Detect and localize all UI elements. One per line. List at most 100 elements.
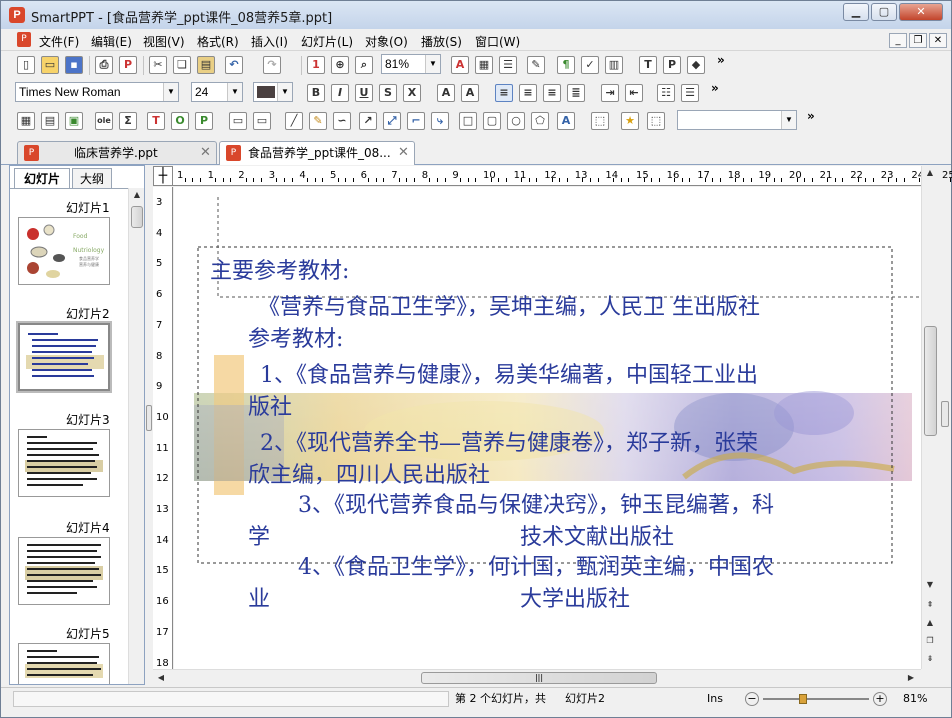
align-left-icon[interactable]: ≡ xyxy=(495,84,513,102)
format-painter-icon[interactable]: ✎ xyxy=(527,56,545,74)
pdf-icon[interactable]: P xyxy=(119,56,137,74)
line-icon[interactable]: ╱ xyxy=(285,112,303,130)
group-icon[interactable]: ⬚ xyxy=(591,112,609,130)
slide-thumb-5[interactable] xyxy=(18,643,110,684)
scroll-up-icon[interactable]: ▲ xyxy=(129,188,145,202)
more-draw-icon[interactable]: » xyxy=(807,109,815,123)
scroll-up-icon[interactable]: ▲ xyxy=(922,166,938,180)
zoom-in-icon[interactable]: ⊕ xyxy=(331,56,349,74)
template-icon[interactable]: T xyxy=(639,56,657,74)
close-button[interactable]: ✕ xyxy=(899,3,943,21)
maximize-button[interactable]: ▢ xyxy=(871,3,897,21)
zoom-in-icon[interactable]: + xyxy=(873,692,887,706)
select-icon[interactable]: ⬚ xyxy=(647,112,665,130)
insert-ole-icon[interactable]: ole xyxy=(95,112,113,130)
underline-icon[interactable]: U xyxy=(355,84,373,102)
insert-formula-icon[interactable]: Σ xyxy=(119,112,137,130)
text-box-icon[interactable]: ▦ xyxy=(475,56,493,74)
insert-image-icon[interactable]: ▣ xyxy=(65,112,83,130)
insert-slide-icon[interactable]: ▭ xyxy=(253,112,271,130)
menu-edit[interactable]: 编辑(E) xyxy=(91,33,132,50)
slide-text-line[interactable]: 欣主编，四川人民出版社 xyxy=(248,457,490,489)
insert-page-icon[interactable]: P xyxy=(195,112,213,130)
right-splitter[interactable] xyxy=(941,401,949,427)
slide-text-line[interactable]: 4、《食品卫生学》，何计国，甄润英主编，中国农 xyxy=(298,549,774,581)
tab-outline[interactable]: 大纲 xyxy=(72,168,112,188)
pen-icon[interactable]: ✎ xyxy=(309,112,327,130)
slide-thumb-3[interactable] xyxy=(18,429,110,497)
slide-canvas[interactable]: 主要参考教材: 《营养与食品卫生学》，吴坤主编，人民卫 生出版社 参考教材: 1… xyxy=(174,187,921,669)
slide-text-line[interactable]: 大学出版社 xyxy=(520,581,630,613)
decrease-font-icon[interactable]: A xyxy=(461,84,479,102)
font-name-select[interactable]: Times New Roman ▼ xyxy=(15,82,179,102)
connector-icon[interactable]: ⤢ xyxy=(383,112,401,130)
mdi-restore-button[interactable]: ❐ xyxy=(909,33,927,48)
tab-clinical-nutrition[interactable]: P 临床营养学.ppt ✕ xyxy=(17,141,217,164)
open-icon[interactable]: ▭ xyxy=(41,56,59,74)
panel-scrollbar[interactable]: ▲ xyxy=(128,188,144,684)
chart-icon[interactable]: ▥ xyxy=(605,56,623,74)
elbow-connector-icon[interactable]: ⌐ xyxy=(407,112,425,130)
italic-icon[interactable]: I xyxy=(331,84,349,102)
curve-icon[interactable]: ∽ xyxy=(333,112,351,130)
slide-text-line[interactable]: 2、《现代营养全书—营养与健康卷》，郑子新，张荣 xyxy=(260,425,758,457)
tab-food-nutrition[interactable]: P 食品营养学_ppt课件_08... ✕ xyxy=(219,141,415,165)
more-tools-icon[interactable]: » xyxy=(717,53,725,67)
zoom-slider-thumb[interactable] xyxy=(799,694,807,704)
prev-slide-icon[interactable]: ⇞ xyxy=(922,598,938,612)
first-slide-icon[interactable]: ▲ xyxy=(922,616,938,630)
list-icon[interactable]: ☰ xyxy=(499,56,517,74)
insert-grid-icon[interactable]: ▤ xyxy=(41,112,59,130)
copy-icon[interactable]: ❏ xyxy=(173,56,191,74)
canvas-vscroll-thumb[interactable] xyxy=(924,326,937,436)
bullet-list-icon[interactable]: ☷ xyxy=(657,84,675,102)
document-icon[interactable]: P xyxy=(17,32,31,47)
slide-thumb-2[interactable] xyxy=(16,321,112,393)
slide-text-line[interactable]: 3、《现代营养食品与保健决窍》，钟玉昆编著，科 xyxy=(298,487,774,519)
align-center-icon[interactable]: ≡ xyxy=(519,84,537,102)
slide-text-line[interactable]: 学 xyxy=(248,519,270,551)
shadow-icon[interactable]: S xyxy=(379,84,397,102)
cut-icon[interactable]: ✂ xyxy=(149,56,167,74)
slide-text-line[interactable]: 版社 xyxy=(248,389,292,421)
minimize-button[interactable]: ▁ xyxy=(843,3,869,21)
canvas-vscrollbar[interactable]: ▲ ▼ ⇞ ▲ ❐ ⇟ xyxy=(921,166,938,669)
slide-text-line[interactable]: 参考教材: xyxy=(248,321,343,353)
justify-icon[interactable]: ≣ xyxy=(567,84,585,102)
spell-check-icon[interactable]: ✓ xyxy=(581,56,599,74)
arrow-icon[interactable]: ↗ xyxy=(359,112,377,130)
slide-text-line[interactable]: 1、《食品营养与健康》，易美华编著，中国轻工业出 xyxy=(260,357,758,389)
rectangle-icon[interactable]: □ xyxy=(459,112,477,130)
menu-object[interactable]: 对象(O) xyxy=(365,33,408,50)
slide-text-line[interactable]: 技术文献出版社 xyxy=(520,519,674,551)
font-color-icon[interactable]: A xyxy=(451,56,469,74)
slide-number-icon[interactable]: 1 xyxy=(307,56,325,74)
slide-thumb-4[interactable] xyxy=(18,537,110,605)
database-icon[interactable]: ◆ xyxy=(687,56,705,74)
menu-window[interactable]: 窗口(W) xyxy=(475,33,520,50)
print-icon[interactable]: ⎙ xyxy=(95,56,113,74)
menu-insert[interactable]: 插入(I) xyxy=(251,33,288,50)
properties-icon[interactable]: P xyxy=(663,56,681,74)
menu-file[interactable]: 文件(F) xyxy=(39,33,79,50)
insert-table-icon[interactable]: ▦ xyxy=(17,112,35,130)
scroll-right-icon[interactable]: ▶ xyxy=(903,671,919,685)
menu-format[interactable]: 格式(R) xyxy=(197,33,239,50)
menu-view[interactable]: 视图(V) xyxy=(143,33,185,50)
insert-object-icon[interactable]: O xyxy=(171,112,189,130)
shapes-icon[interactable]: ⬠ xyxy=(531,112,549,130)
insert-frame-icon[interactable]: ▭ xyxy=(229,112,247,130)
horizontal-ruler[interactable]: 1 1 2 3 4 5 6 7 8 9 10 11 12 13 14 15 16 17 18 19 20 21 22 23 24… xyxy=(173,166,952,186)
slide-text-heading[interactable]: 主要参考教材: xyxy=(210,253,349,285)
style-select[interactable]: ▼ xyxy=(677,110,797,130)
font-size-select[interactable]: 24 ▼ xyxy=(191,82,243,102)
paste-icon[interactable]: ▤ xyxy=(197,56,215,74)
new-icon[interactable]: ▯ xyxy=(17,56,35,74)
wordart-icon[interactable]: A xyxy=(557,112,575,130)
tab-slides[interactable]: 幻灯片 xyxy=(14,168,70,188)
zoom-select[interactable]: 81% ▼ xyxy=(381,54,441,74)
panel-scroll-thumb[interactable] xyxy=(131,206,143,228)
canvas-hscroll-thumb[interactable]: ||| xyxy=(421,672,657,684)
mdi-close-button[interactable]: ✕ xyxy=(929,33,947,48)
insert-text-icon[interactable]: T xyxy=(147,112,165,130)
